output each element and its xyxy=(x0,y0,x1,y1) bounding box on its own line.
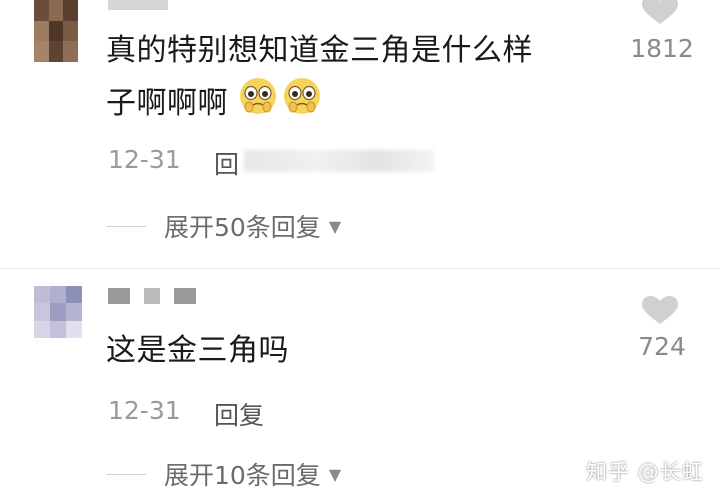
reply-button[interactable]: 回复 xyxy=(214,396,264,432)
username-blurred[interactable] xyxy=(108,288,196,304)
watermark: 知乎 @长虹 xyxy=(586,460,704,484)
comment-date: 12-31 xyxy=(108,145,181,174)
comment-date: 12-31 xyxy=(108,396,181,425)
username-blurred[interactable] xyxy=(108,0,168,10)
like-button[interactable] xyxy=(638,0,682,24)
pleading-face-emoji xyxy=(238,76,278,132)
expand-replies-label: 展开10条回复 xyxy=(164,461,321,490)
heart-icon xyxy=(642,0,678,24)
divider xyxy=(0,268,720,269)
reply-button[interactable]: 回复 xyxy=(214,145,240,181)
caret-down-icon: ▼ xyxy=(328,216,342,236)
avatar[interactable] xyxy=(34,286,82,338)
avatar[interactable] xyxy=(34,0,78,62)
heart-icon xyxy=(642,296,678,324)
divider-line xyxy=(106,225,146,227)
expand-replies-button[interactable]: 展开10条回复 ▼ xyxy=(106,456,341,492)
caret-down-icon: ▼ xyxy=(328,464,342,484)
expand-replies-button[interactable]: 展开50条回复 ▼ xyxy=(106,208,341,244)
divider-line xyxy=(106,473,146,475)
like-count: 724 xyxy=(638,332,686,361)
like-button[interactable] xyxy=(638,292,682,328)
comment-text: 真的特别想知道金三角是什么样 子啊啊啊 xyxy=(106,26,626,132)
blurred-reply-preview xyxy=(244,150,434,172)
like-count: 1812 xyxy=(630,34,694,63)
pleading-face-emoji xyxy=(282,76,322,132)
comment-text: 这是金三角吗 xyxy=(106,333,289,368)
expand-replies-label: 展开50条回复 xyxy=(164,213,321,242)
